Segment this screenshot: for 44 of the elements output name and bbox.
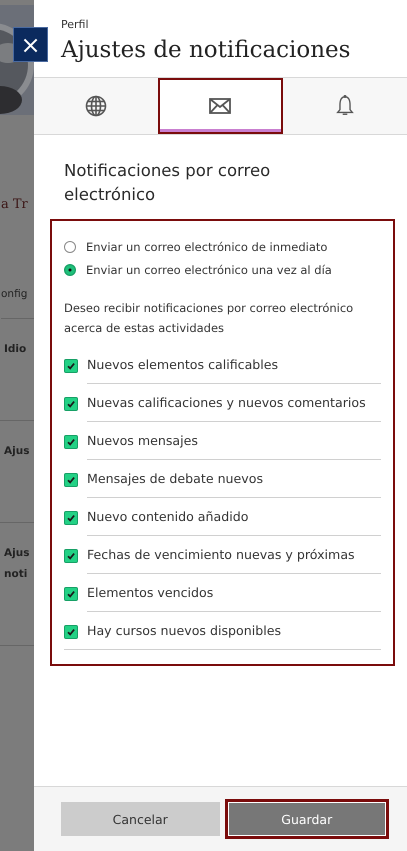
- bell-icon: [334, 95, 356, 117]
- setting-label: noti: [4, 567, 28, 582]
- checkbox-label[interactable]: Hay cursos nuevos disponibles: [87, 623, 288, 639]
- radio-button[interactable]: [64, 264, 76, 276]
- radio-button[interactable]: [64, 240, 76, 252]
- checkmark-icon: [65, 626, 77, 638]
- checkbox-label[interactable]: Nuevo contenido añadido: [87, 509, 254, 525]
- checkbox[interactable]: [64, 359, 78, 373]
- checkbox-label[interactable]: Fechas de vencimiento nuevas y próximas: [87, 547, 361, 563]
- checkbox-label[interactable]: Nuevas calificaciones y nuevos comentarios: [87, 395, 372, 411]
- checkmark-icon: [65, 398, 77, 410]
- panel-title: Ajustes de notificaciones: [61, 37, 352, 63]
- checkmark-icon: [65, 474, 77, 486]
- save-button[interactable]: Guardar: [228, 802, 386, 836]
- checkmark-icon: [65, 550, 77, 562]
- globe-icon: [85, 95, 108, 117]
- checkbox-label[interactable]: Nuevos mensajes: [87, 433, 204, 449]
- close-button[interactable]: ×: [13, 27, 48, 62]
- checkbox[interactable]: [64, 397, 78, 411]
- tab[interactable]: [158, 78, 283, 134]
- checkmark-icon: [65, 360, 77, 372]
- radio-label[interactable]: Enviar un correo electrónico una vez al día: [86, 262, 332, 276]
- setting-label: Idio: [4, 342, 26, 357]
- checkbox-label[interactable]: Nuevos elementos calificables: [87, 357, 284, 373]
- checkmark-icon: [65, 436, 77, 448]
- checkbox[interactable]: [64, 625, 78, 639]
- breadcrumb: Perfil: [61, 18, 90, 31]
- checkmark-icon: [65, 588, 77, 600]
- radio-label[interactable]: Enviar un correo electrónico de inmediato: [86, 240, 328, 254]
- checkbox[interactable]: [64, 435, 78, 449]
- page-heading: a Tr: [1, 197, 28, 212]
- setting-label: Ajus: [4, 444, 30, 459]
- description: Deseo recibir notificaciones por correo electrónico acerca de estas actividades: [64, 300, 354, 337]
- checkbox[interactable]: [64, 587, 78, 601]
- cancel-button[interactable]: Cancelar: [61, 802, 220, 836]
- setting-label: Ajus: [4, 546, 30, 561]
- checkmark-icon: [65, 512, 77, 524]
- checkbox[interactable]: [64, 473, 78, 487]
- checkbox[interactable]: [64, 549, 78, 563]
- checkbox-label[interactable]: Mensajes de debate nuevos: [87, 471, 270, 487]
- checkbox[interactable]: [64, 511, 78, 525]
- envelope-icon: [209, 95, 232, 117]
- checkbox-label[interactable]: Elementos vencidos: [87, 585, 220, 601]
- section-title: Notificaciones por correo electrónico: [63, 160, 272, 206]
